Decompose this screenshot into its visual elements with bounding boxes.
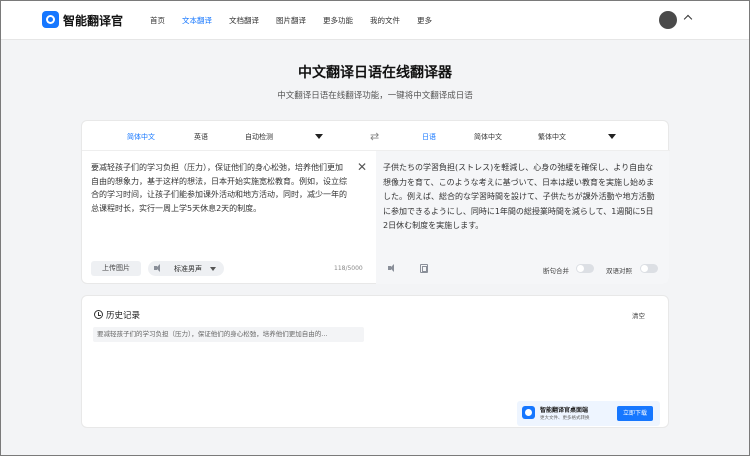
- bilingual-label: 双语对照: [606, 267, 632, 275]
- nav-my-files[interactable]: 我的文件: [370, 15, 400, 26]
- target-text-output: 子供たちの学習負担(ストレス)を軽減し、心身の弛緩を確保し、より自由な想像力を育…: [383, 163, 655, 230]
- target-lang-simplified-chinese[interactable]: 简体中文: [474, 132, 502, 142]
- main-nav: 首页 文本翻译 文档翻译 图片翻译 更多功能 我的文件 更多: [150, 15, 449, 26]
- nav-image-translate[interactable]: 图片翻译: [276, 15, 306, 26]
- desktop-app-promo: 智能翻译官桌面端 更大文件、更多格式转换 立即下载: [517, 401, 660, 426]
- bilingual-toggle[interactable]: [640, 264, 658, 273]
- brand-name[interactable]: 智能翻译官: [63, 12, 123, 29]
- target-lang-japanese[interactable]: 日语: [422, 132, 436, 142]
- nav-more[interactable]: 更多: [417, 15, 432, 26]
- translator-card: 简体中文 英语 自动检测 ⇄ 日语 简体中文 繁体中文 要减轻孩子们的学习负担（…: [81, 120, 670, 284]
- char-count: 118/5000: [334, 265, 363, 272]
- promo-subtitle: 更大文件、更多格式转换: [540, 416, 590, 421]
- source-lang-auto-detect[interactable]: 自动检测: [245, 132, 273, 142]
- avatar[interactable]: [659, 11, 677, 29]
- target-lang-traditional-chinese[interactable]: 繁体中文: [538, 132, 566, 142]
- promo-title: 智能翻译官桌面端: [540, 407, 589, 414]
- history-title: 历史记录: [106, 311, 141, 321]
- chevron-up-icon[interactable]: [683, 14, 693, 24]
- source-lang-english[interactable]: 英语: [194, 132, 208, 142]
- voice-dropdown-icon[interactable]: [210, 267, 216, 271]
- merge-sentences-label: 断句合并: [543, 267, 569, 275]
- nav-text-translate[interactable]: 文本翻译: [182, 15, 212, 26]
- history-card: 历史记录 清空 要减轻孩子们的学习负担（压力），保证他们的身心松弛，培养他们更加…: [81, 295, 669, 428]
- source-lang-dropdown-icon[interactable]: [315, 134, 323, 139]
- language-bar: 简体中文 英语 自动检测 ⇄ 日语 简体中文 繁体中文: [82, 121, 670, 151]
- page-subtitle: 中文翻译日语在线翻译功能，一键将中文翻译成日语: [277, 91, 473, 101]
- speaker-icon[interactable]: [154, 264, 162, 272]
- source-text-input[interactable]: 要减轻孩子们的学习负担（压力），保证他们的身心松弛，培养他们更加自由的想象力，基…: [91, 161, 349, 215]
- top-navbar: 智能翻译官 首页 文本翻译 文档翻译 图片翻译 更多功能 我的文件 更多: [0, 0, 750, 40]
- swap-icon[interactable]: ⇄: [370, 130, 379, 143]
- merge-sentences-toggle[interactable]: [576, 264, 594, 273]
- download-button[interactable]: 立即下载: [617, 406, 653, 421]
- close-icon[interactable]: ✕: [357, 160, 367, 174]
- nav-more-features[interactable]: 更多功能: [323, 15, 353, 26]
- target-lang-dropdown-icon[interactable]: [608, 134, 616, 139]
- clear-history-button[interactable]: 清空: [632, 310, 645, 320]
- history-icon: [94, 310, 103, 319]
- app-logo-icon: [522, 406, 535, 419]
- copy-icon[interactable]: [420, 264, 428, 273]
- target-speaker-icon[interactable]: [388, 264, 396, 272]
- history-item[interactable]: 要减轻孩子们的学习负担（压力），保证他们的身心松弛，培养他们更加自由的...: [93, 327, 364, 342]
- voice-label[interactable]: 标准男声: [174, 264, 202, 274]
- nav-home[interactable]: 首页: [150, 15, 165, 26]
- upload-image-button[interactable]: 上传图片: [91, 261, 141, 276]
- nav-doc-translate[interactable]: 文档翻译: [229, 15, 259, 26]
- logo-icon[interactable]: [42, 11, 59, 28]
- page-title: 中文翻译日语在线翻译器: [298, 65, 452, 81]
- source-lang-simplified-chinese[interactable]: 简体中文: [127, 132, 155, 142]
